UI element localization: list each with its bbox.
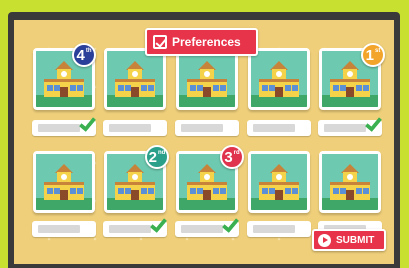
rank-number: 4 — [76, 46, 85, 64]
school-building-icon — [330, 164, 370, 202]
answer-field[interactable] — [247, 221, 311, 237]
checkbox-icon — [153, 35, 167, 49]
rank-badge: 4th — [72, 43, 96, 67]
answer-field[interactable] — [318, 113, 383, 136]
answer-placeholder-bar — [109, 225, 151, 233]
answer-placeholder-bar — [109, 124, 151, 132]
rank-suffix: st — [375, 48, 381, 54]
submit-label: SUBMIT — [336, 234, 375, 246]
rank-number: 2 — [148, 148, 157, 166]
rank-number: 1 — [365, 46, 374, 64]
school-card[interactable] — [319, 151, 381, 213]
school-building-icon — [330, 61, 370, 99]
school-building-icon — [259, 164, 299, 202]
preferences-title: Preferences — [172, 35, 241, 49]
school-building-icon — [44, 164, 84, 202]
preferences-header: Preferences — [145, 28, 258, 56]
rank-badge: 1st — [361, 43, 385, 67]
answer-placeholder-bar — [324, 124, 366, 132]
rank-number: 3 — [224, 148, 233, 166]
answer-field[interactable] — [32, 221, 96, 237]
answer-placeholder-bar — [38, 225, 80, 233]
answer-field[interactable] — [175, 214, 240, 237]
rank-suffix: th — [85, 48, 92, 54]
school-card[interactable] — [248, 48, 310, 110]
school-building-icon — [115, 61, 155, 99]
school-card[interactable] — [176, 48, 238, 110]
school-building-icon — [115, 164, 155, 202]
rank-badge: 2nd — [145, 145, 169, 169]
answer-field[interactable] — [103, 120, 167, 136]
answer-field[interactable] — [103, 214, 168, 237]
rank-suffix: rd — [233, 150, 240, 156]
school-building-icon — [259, 61, 299, 99]
school-card[interactable] — [248, 151, 310, 213]
answer-placeholder-bar — [253, 124, 295, 132]
answer-placeholder-bar — [253, 225, 295, 233]
answer-placeholder-bar — [38, 124, 80, 132]
submit-button[interactable]: SUBMIT — [312, 229, 386, 251]
school-building-icon — [44, 61, 84, 99]
answer-field[interactable] — [175, 120, 239, 136]
answer-field[interactable] — [247, 120, 311, 136]
answer-placeholder-bar — [181, 225, 223, 233]
answer-field[interactable] — [32, 113, 97, 136]
play-icon — [318, 233, 331, 247]
school-building-icon — [187, 164, 227, 202]
rank-suffix: nd — [158, 150, 166, 156]
school-card[interactable] — [104, 48, 166, 110]
answer-placeholder-bar — [181, 124, 223, 132]
school-card[interactable] — [33, 151, 95, 213]
rank-badge: 3rd — [220, 145, 244, 169]
school-building-icon — [187, 61, 227, 99]
